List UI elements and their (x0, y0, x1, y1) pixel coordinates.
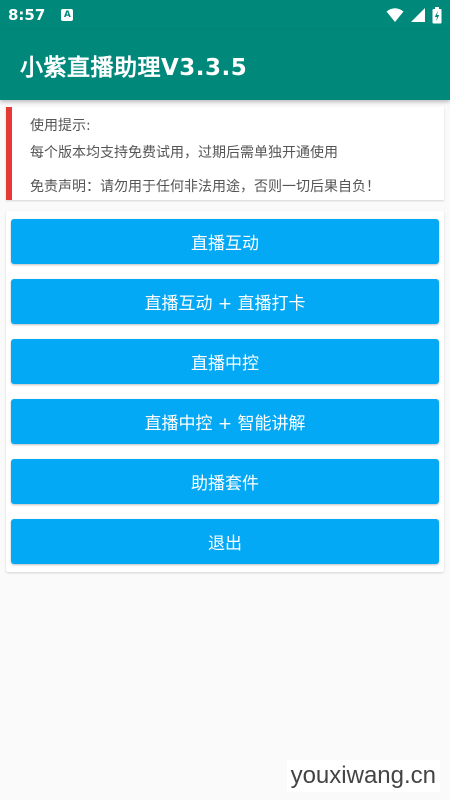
tips-card: 使用提示: 每个版本均支持免费试用，过期后需单独开通使用 免责声明：请勿用于任何… (6, 107, 444, 200)
signal-icon (411, 8, 425, 22)
tips-title: 使用提示: (30, 118, 91, 134)
assistant-kit-button[interactable]: 助播套件 (11, 459, 439, 504)
live-interaction-checkin-button[interactable]: 直播互动 + 直播打卡 (11, 279, 439, 324)
status-bar: 8:57 A (0, 0, 450, 30)
status-right (386, 6, 442, 24)
status-left: 8:57 A (8, 6, 74, 24)
tips-disclaimer-text: 免责声明：请勿用于任何非法用途，否则一切后果自负！ (30, 179, 380, 195)
app-title: 小紫直播助理V3.3.5 (20, 55, 248, 81)
wifi-icon (386, 8, 404, 22)
live-control-smart-explain-button[interactable]: 直播中控 + 智能讲解 (11, 399, 439, 444)
app-bar: 小紫直播助理V3.3.5 (0, 30, 450, 100)
notification-a-icon: A (61, 9, 74, 21)
live-control-button[interactable]: 直播中控 (11, 339, 439, 384)
button-panel: 直播互动 直播互动 + 直播打卡 直播中控 直播中控 + 智能讲解 助播套件 退… (6, 211, 444, 572)
exit-button[interactable]: 退出 (11, 519, 439, 564)
live-interaction-button[interactable]: 直播互动 (11, 219, 439, 264)
battery-icon (432, 6, 442, 23)
watermark: youxiwang.cn (286, 760, 440, 792)
status-time: 8:57 (8, 6, 46, 24)
tips-free-trial-text: 每个版本均支持免费试用，过期后需单独开通使用 (30, 145, 338, 161)
